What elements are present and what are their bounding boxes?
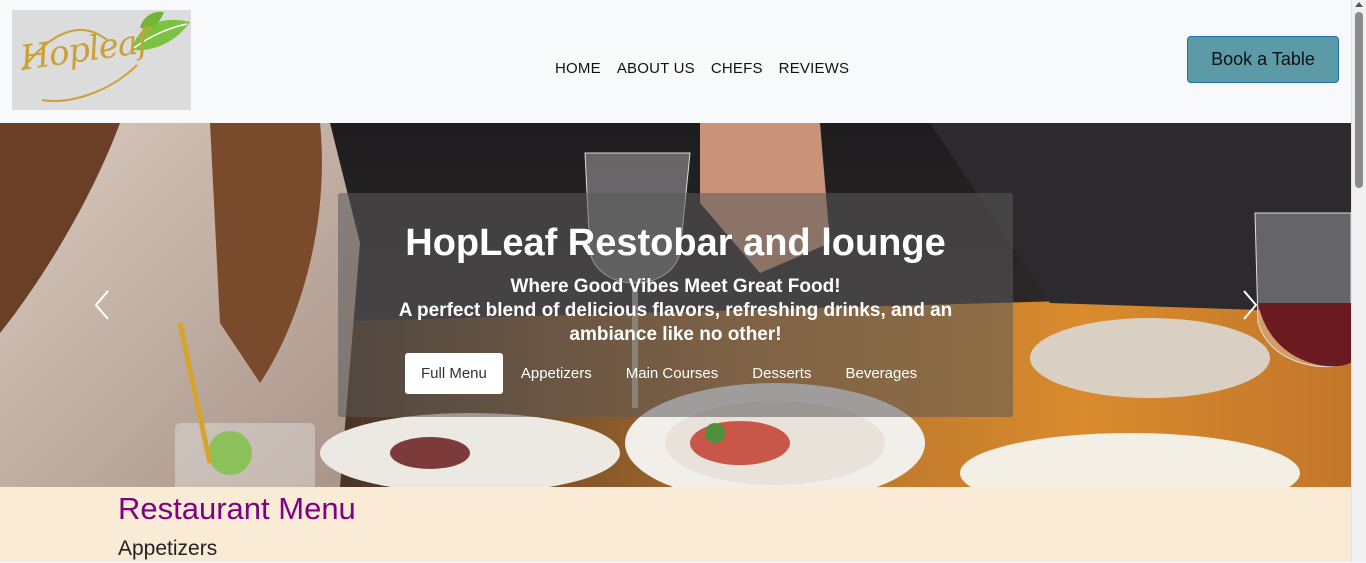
nav-link-home[interactable]: HOME <box>555 60 601 77</box>
hero-carousel: HopLeaf Restobar and lounge Where Good V… <box>0 123 1351 487</box>
nav-link-about-us[interactable]: ABOUT US <box>617 60 695 77</box>
chevron-left-icon <box>94 290 109 320</box>
main-nav: HOME ABOUT US CHEFS REVIEWS <box>555 60 865 77</box>
brand-logo[interactable]: Hopleaf <box>12 10 191 110</box>
book-a-table-button[interactable]: Book a Table <box>1187 36 1339 83</box>
restaurant-menu-section: Restaurant Menu Appetizers <box>0 487 1351 562</box>
hero-caption: HopLeaf Restobar and lounge Where Good V… <box>338 193 1013 417</box>
hero-tagline: Where Good Vibes Meet Great Food! <box>510 276 841 297</box>
tab-main-courses[interactable]: Main Courses <box>610 353 735 394</box>
menu-heading: Restaurant Menu <box>118 491 356 526</box>
tab-full-menu[interactable]: Full Menu <box>405 353 503 394</box>
scrollbar-thumb[interactable] <box>1355 12 1363 188</box>
scroll-up-arrow-icon[interactable] <box>1355 2 1363 7</box>
chevron-right-icon <box>1243 290 1258 320</box>
page-scrollbar[interactable] <box>1351 0 1366 562</box>
nav-link-chefs[interactable]: CHEFS <box>711 60 763 77</box>
menu-category-tabs: Full Menu Appetizers Main Courses Desser… <box>405 353 935 394</box>
tab-appetizers[interactable]: Appetizers <box>505 353 608 394</box>
tab-beverages[interactable]: Beverages <box>829 353 933 394</box>
navbar: Hopleaf HOME ABOUT US CHEFS REVIEWS Book… <box>0 0 1351 123</box>
carousel-next-button[interactable] <box>1238 288 1262 322</box>
hero-title: HopLeaf Restobar and lounge <box>405 222 946 264</box>
nav-link-reviews[interactable]: REVIEWS <box>779 60 850 77</box>
carousel-prev-button[interactable] <box>90 288 114 322</box>
menu-category-heading: Appetizers <box>118 537 218 560</box>
hero-description: A perfect blend of delicious flavors, re… <box>398 300 953 345</box>
tab-desserts[interactable]: Desserts <box>736 353 827 394</box>
hero-subtitle: Where Good Vibes Meet Great Food! A perf… <box>388 275 963 347</box>
